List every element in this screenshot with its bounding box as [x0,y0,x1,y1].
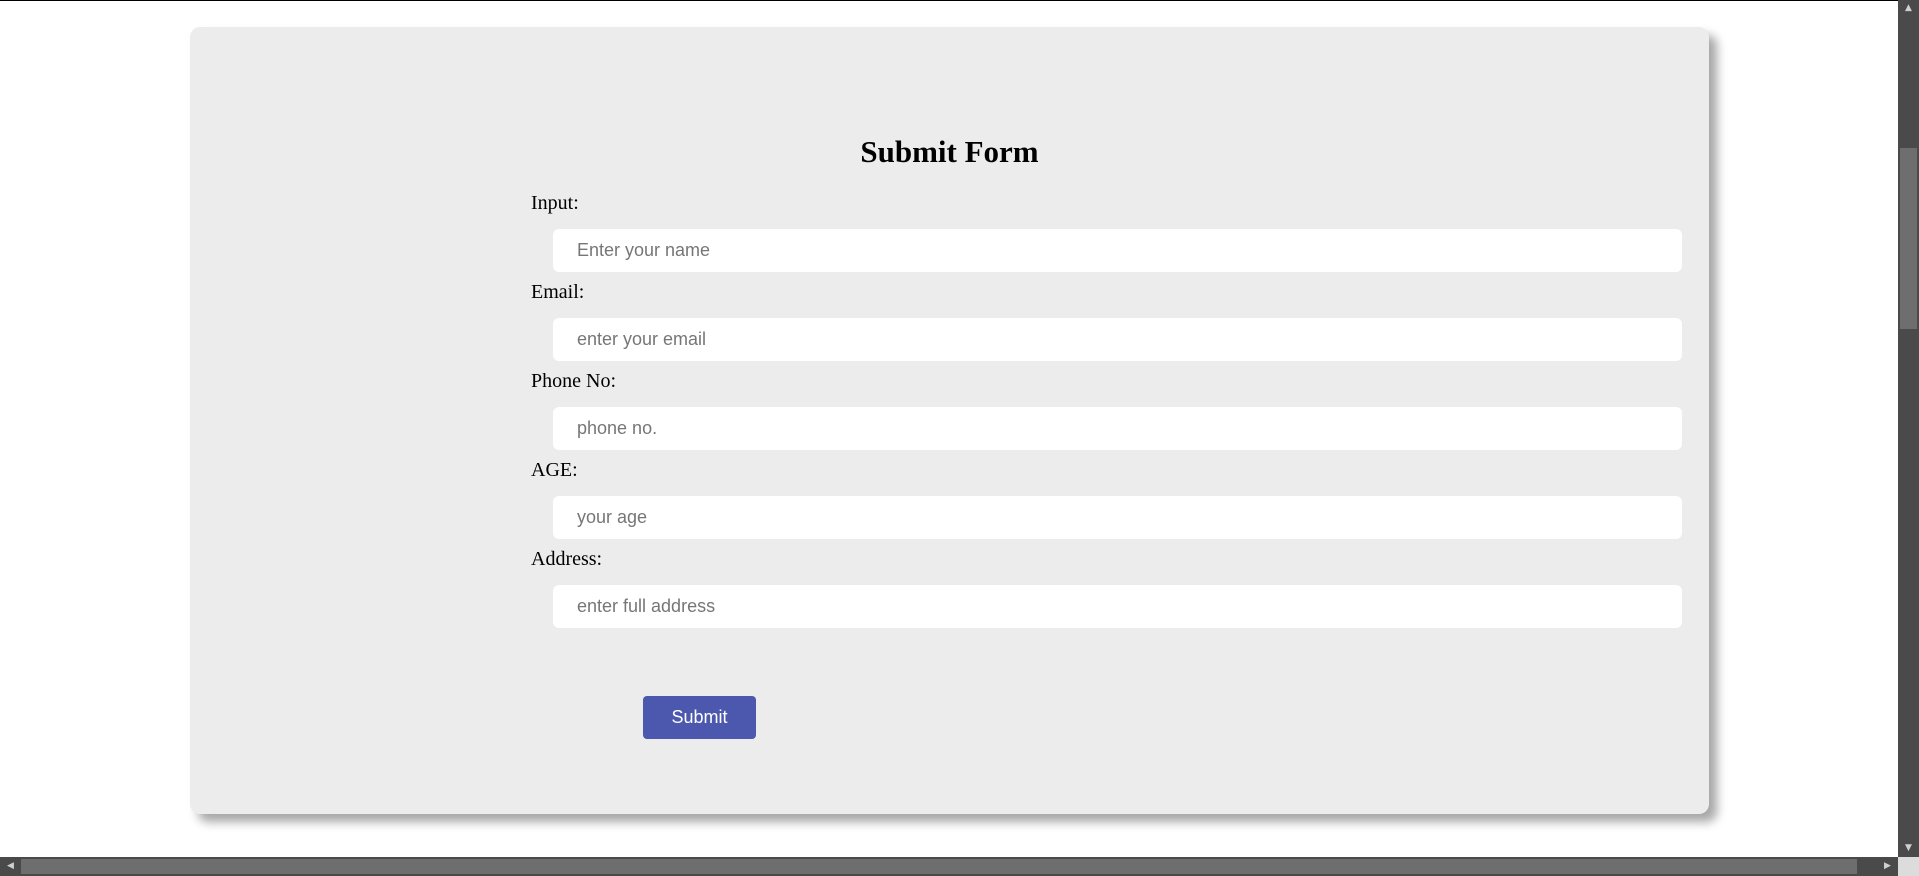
name-label: Input: [531,192,579,214]
horizontal-scroll-thumb[interactable] [21,859,1857,874]
name-input[interactable] [553,229,1682,272]
vertical-scrollbar[interactable]: ▲ ▼ [1898,0,1919,857]
form-card: Submit Form Input: Email: Phone No: AGE:… [190,27,1709,814]
arrow-down-icon[interactable]: ▼ [1898,840,1919,857]
arrow-left-icon[interactable]: ◀ [0,857,21,876]
age-label: AGE: [531,459,578,481]
address-label: Address: [531,548,603,570]
scrollbar-corner [1898,857,1919,876]
age-input[interactable] [553,496,1682,539]
email-input[interactable] [553,318,1682,361]
form-title: Submit Form [860,134,1039,169]
phone-label: Phone No: [531,370,616,392]
arrow-up-icon[interactable]: ▲ [1898,0,1919,17]
phone-input[interactable] [553,407,1682,450]
horizontal-scrollbar[interactable]: ◀ ▶ [0,857,1898,876]
address-input[interactable] [553,585,1682,628]
arrow-right-icon[interactable]: ▶ [1877,857,1898,876]
email-label: Email: [531,281,585,303]
submit-button[interactable]: Submit [643,696,756,739]
page-viewport: Submit Form Input: Email: Phone No: AGE:… [0,0,1898,857]
vertical-scroll-thumb[interactable] [1900,148,1917,329]
